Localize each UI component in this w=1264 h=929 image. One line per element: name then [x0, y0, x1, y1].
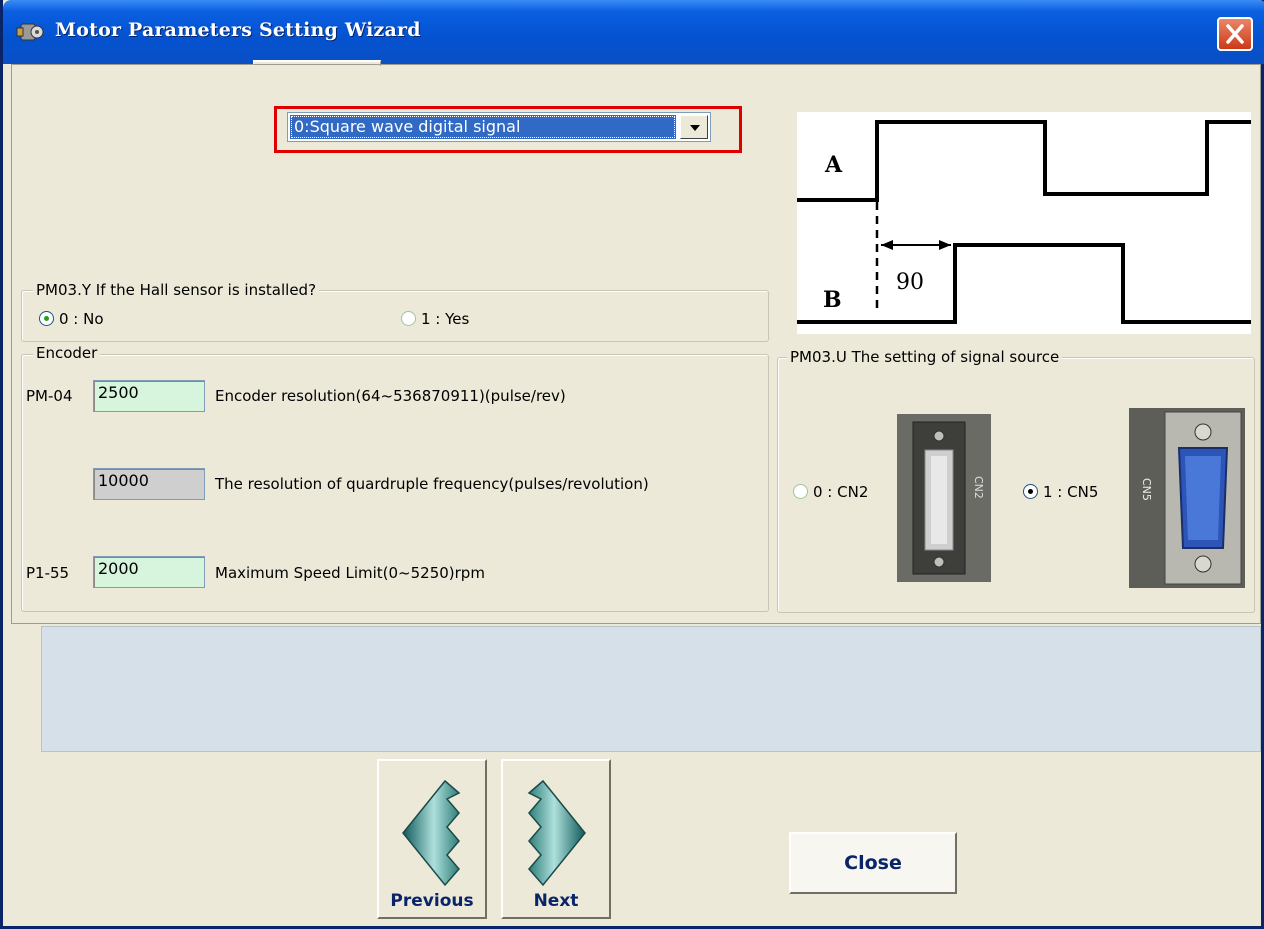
arrow-right-icon: [527, 779, 586, 887]
cn5-connector-image: CN5: [1129, 408, 1245, 588]
encoder-resolution-label: Encoder resolution(64~536870911)(pulse/r…: [215, 387, 566, 405]
window-close-button[interactable]: [1217, 17, 1253, 51]
cn5-label[interactable]: 1 : CN5: [1043, 483, 1098, 501]
title-bar[interactable]: Motor Parameters Setting Wizard: [3, 0, 1264, 64]
previous-label: Previous: [390, 891, 474, 911]
p155-code: P1-55: [26, 564, 70, 582]
window-title: Motor Parameters Setting Wizard: [55, 19, 421, 41]
max-speed-label: Maximum Speed Limit(0~5250)rpm: [215, 564, 485, 582]
motor-app-icon: [16, 23, 44, 41]
wizard-window: Motor Parameters Setting Wizard 0:Square…: [0, 0, 1264, 929]
waveform-a-trace: [797, 120, 1251, 202]
cn2-connector-icon: CN2: [897, 414, 991, 582]
cn5-radio[interactable]: [1023, 484, 1038, 499]
phase-label: 90: [896, 270, 924, 295]
max-speed-input[interactable]: 2000: [93, 556, 205, 588]
hall-yes-radio[interactable]: [401, 311, 416, 326]
encoder-title: Encoder: [33, 344, 101, 362]
highlight-box: [274, 106, 742, 153]
waveform-label-a: A: [824, 152, 843, 178]
signal-source-title: PM03.U The setting of signal source: [787, 348, 1063, 366]
hall-no-label[interactable]: 0 : No: [59, 310, 104, 328]
quadruple-resolution-label: The resolution of quardruple frequency(p…: [215, 475, 649, 493]
cn2-connector-label: CN2: [972, 476, 985, 499]
arrow-left-icon: [402, 779, 461, 887]
previous-button[interactable]: Previous: [377, 759, 487, 919]
waveform-label-b: B: [823, 287, 842, 313]
cn2-label[interactable]: 0 : CN2: [813, 483, 868, 501]
hall-yes-label[interactable]: 1 : Yes: [421, 310, 469, 328]
waveform-diagram: A B 90: [797, 112, 1251, 334]
next-label: Next: [533, 891, 579, 911]
waveform-b-trace: [797, 243, 1251, 324]
next-button[interactable]: Next: [501, 759, 611, 919]
hall-sensor-title: PM03.Y If the Hall sensor is installed?: [33, 281, 320, 299]
message-area: [41, 626, 1261, 752]
quadruple-resolution-field: 10000: [93, 468, 205, 500]
pm04-code: PM-04: [26, 387, 73, 405]
cn5-connector-icon: CN5: [1129, 408, 1245, 588]
encoder-resolution-input[interactable]: 2500: [93, 380, 205, 412]
cn5-connector-label: CN5: [1140, 478, 1153, 501]
hall-no-radio[interactable]: [39, 311, 54, 326]
cn2-radio[interactable]: [793, 484, 808, 499]
cn2-connector-image: CN2: [897, 414, 991, 582]
close-button[interactable]: Close: [789, 832, 957, 894]
close-icon: [1226, 24, 1244, 44]
